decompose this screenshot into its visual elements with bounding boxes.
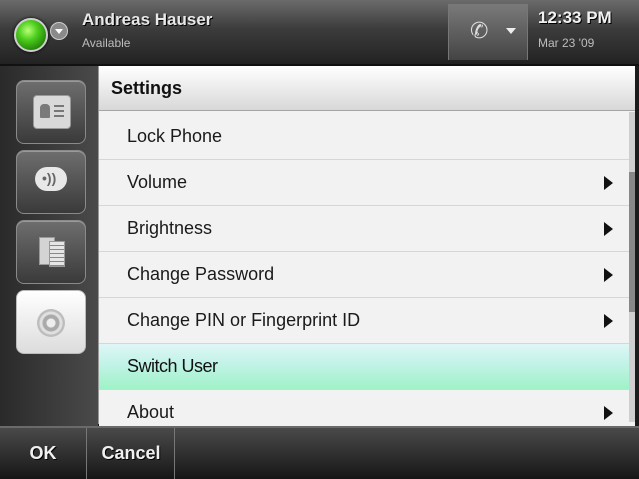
scrollbar-thumb[interactable] xyxy=(629,172,635,312)
menu-item-label: Lock Phone xyxy=(127,126,223,146)
rail-settings-button[interactable] xyxy=(16,290,86,354)
clock: 12:33 PM xyxy=(538,8,612,27)
date: Mar 23 '09 xyxy=(538,36,595,50)
rail-messages-button[interactable] xyxy=(16,150,86,214)
menu-scrollbar[interactable] xyxy=(629,112,635,422)
ok-button[interactable]: OK xyxy=(0,428,87,479)
menu-item-change-pin[interactable]: Change PIN or Fingerprint ID xyxy=(99,298,635,344)
cancel-button[interactable]: Cancel xyxy=(88,428,175,479)
menu-item-label: Volume xyxy=(127,172,188,192)
page-title: Settings xyxy=(111,78,183,98)
settings-menu: Lock Phone Volume Brightness Change Pass… xyxy=(99,114,635,436)
documents-icon xyxy=(33,235,69,267)
menu-item-label: Brightness xyxy=(127,218,213,238)
menu-item-label: Change Password xyxy=(127,264,275,284)
chevron-right-icon xyxy=(604,176,613,190)
chevron-right-icon xyxy=(604,268,613,282)
user-name: Andreas Hauser xyxy=(82,10,213,29)
speech-bubble-icon xyxy=(33,165,69,197)
rail-contacts-button[interactable] xyxy=(16,80,86,144)
app-rail xyxy=(0,66,98,426)
call-dropdown-icon[interactable] xyxy=(506,28,516,34)
menu-item-volume[interactable]: Volume xyxy=(99,160,635,206)
menu-item-switch-user[interactable]: Switch User xyxy=(99,344,635,390)
softkey-bar: OK Cancel xyxy=(0,426,639,479)
panel-header: Settings xyxy=(99,66,635,111)
menu-item-label: Change PIN or Fingerprint ID xyxy=(127,310,361,330)
chevron-right-icon xyxy=(604,314,613,328)
status-bar: Andreas Hauser Available ✆ 12:33 PM Mar … xyxy=(0,0,639,66)
presence-dropdown-icon[interactable] xyxy=(50,22,68,40)
menu-item-lock-phone[interactable]: Lock Phone xyxy=(99,114,635,160)
settings-gear-icon xyxy=(37,309,65,337)
user-status-text: Available xyxy=(82,36,131,50)
chevron-right-icon xyxy=(604,222,613,236)
menu-item-label: Switch User xyxy=(127,356,218,376)
presence-status-icon[interactable] xyxy=(14,18,48,52)
chevron-right-icon xyxy=(604,406,613,420)
menu-item-label: About xyxy=(127,402,175,422)
settings-panel: Settings Lock Phone Volume Brightness Ch… xyxy=(98,66,635,436)
contacts-icon xyxy=(33,95,71,129)
phone-handset-icon[interactable]: ✆ xyxy=(470,20,488,42)
menu-item-brightness[interactable]: Brightness xyxy=(99,206,635,252)
rail-documents-button[interactable] xyxy=(16,220,86,284)
menu-item-change-password[interactable]: Change Password xyxy=(99,252,635,298)
